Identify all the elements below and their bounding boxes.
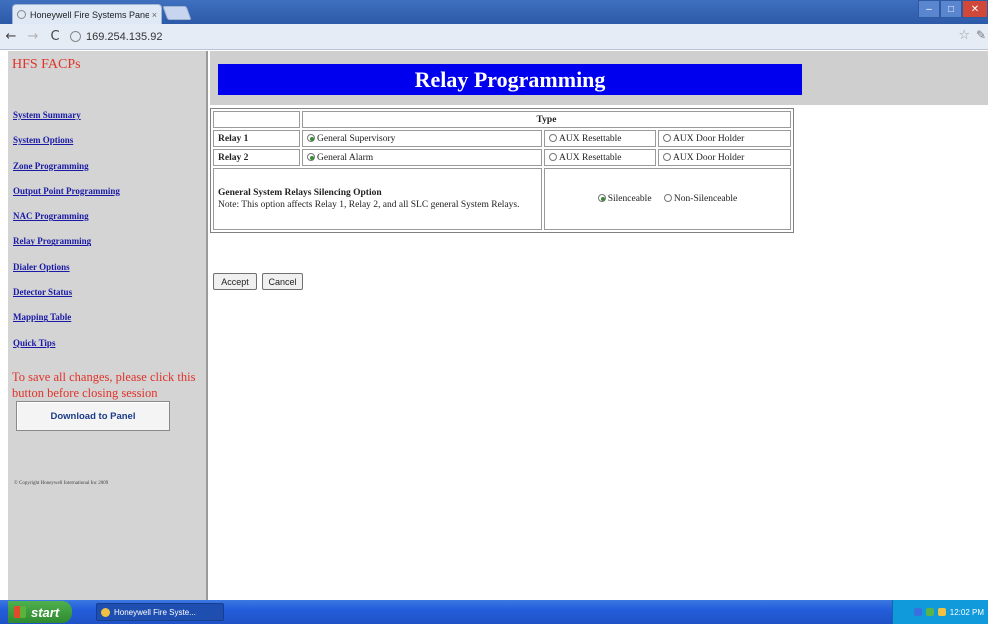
relay2-option-aux-door-holder[interactable]: AUX Door Holder [658, 149, 791, 166]
relay1-option-general-supervisory[interactable]: General Supervisory [302, 130, 542, 147]
sidebar-item-quick-tips[interactable]: Quick Tips [13, 338, 55, 348]
option-label: AUX Door Holder [673, 152, 745, 163]
table-row: Relay 1 General Supervisory AUX Resettab… [213, 130, 791, 147]
taskbar-item-browser[interactable]: Honeywell Fire Syste... [96, 603, 224, 621]
page-icon [70, 31, 81, 42]
sidebar-item-nac-programming[interactable]: NAC Programming [13, 211, 89, 221]
sidebar-item-mapping-table[interactable]: Mapping Table [13, 312, 71, 322]
option-label: AUX Resettable [559, 133, 622, 144]
sidebar-item-dialer-options[interactable]: Dialer Options [13, 262, 70, 272]
minimize-button[interactable]: – [918, 0, 940, 18]
clock: 12:02 PM [949, 607, 984, 617]
windows-logo-icon [14, 606, 26, 618]
relay-label: Relay 2 [213, 149, 300, 166]
relay2-option-general-alarm[interactable]: General Alarm [302, 149, 542, 166]
relay-label: Relay 1 [213, 130, 300, 147]
browser-tab[interactable]: Honeywell Fire Systems Panel × [12, 4, 162, 24]
shield-icon[interactable] [925, 608, 934, 616]
table-header-row: Type [213, 111, 791, 128]
start-label: start [31, 604, 60, 620]
silencing-options: Silenceable Non-Silenceable [544, 168, 791, 230]
new-tab-button[interactable] [162, 6, 192, 20]
taskbar: start Honeywell Fire Syste... 12:02 PM [0, 600, 988, 624]
browser-app-icon [101, 607, 110, 617]
relay1-option-aux-door-holder[interactable]: AUX Door Holder [658, 130, 791, 147]
address-bar[interactable]: 169.254.135.92 [70, 27, 970, 47]
sidebar-item-output-point-programming[interactable]: Output Point Programming [13, 186, 120, 196]
radio-icon[interactable] [549, 152, 557, 161]
option-label: AUX Resettable [559, 152, 622, 163]
silencing-note: Note: This option affects Relay 1, Relay… [218, 200, 520, 210]
start-button[interactable]: start [8, 601, 72, 623]
url-text: 169.254.135.92 [86, 30, 163, 43]
tab-close-icon[interactable]: × [152, 10, 157, 20]
window-controls: – □ ✕ [918, 0, 988, 20]
back-button[interactable]: ← [0, 27, 22, 47]
sidebar-item-zone-programming[interactable]: Zone Programming [13, 161, 89, 171]
page-favicon-icon [17, 10, 26, 19]
non-silenceable-option[interactable]: Non-Silenceable [663, 194, 738, 204]
sidebar-nav: System Summary System Options Zone Progr… [13, 105, 120, 358]
radio-icon[interactable] [663, 152, 671, 161]
close-window-button[interactable]: ✕ [962, 0, 988, 18]
blank-header-cell [213, 111, 300, 128]
cancel-button[interactable]: Cancel [262, 273, 303, 290]
silencing-title: General System Relays Silencing Option [218, 188, 382, 198]
type-header: Type [302, 111, 791, 128]
sidebar-item-system-summary[interactable]: System Summary [13, 110, 81, 120]
task-label: Honeywell Fire Syste... [114, 607, 196, 617]
browser-title-bar: Honeywell Fire Systems Panel × – □ ✕ [0, 0, 988, 24]
volume-icon[interactable] [937, 608, 946, 616]
silencing-description: General System Relays Silencing Option N… [213, 168, 542, 230]
radio-icon[interactable] [663, 194, 672, 202]
radio-selected-icon[interactable] [307, 152, 315, 161]
sidebar-item-relay-programming[interactable]: Relay Programming [13, 236, 91, 246]
relay1-option-aux-resettable[interactable]: AUX Resettable [544, 130, 656, 147]
page-title: Relay Programming [218, 64, 802, 95]
tab-title: Honeywell Fire Systems Panel [30, 9, 149, 20]
wrench-menu-icon[interactable]: ✎ [976, 28, 986, 42]
silenceable-option[interactable]: Silenceable [597, 194, 652, 204]
download-to-panel-button[interactable]: Download to Panel [16, 401, 170, 431]
save-changes-note: To save all changes, please click this b… [12, 370, 196, 400]
table-row: General System Relays Silencing Option N… [213, 168, 791, 230]
radio-icon[interactable] [549, 133, 557, 142]
bookmark-star-icon[interactable]: ☆ [958, 28, 970, 43]
maximize-button[interactable]: □ [940, 0, 962, 18]
option-label: General Supervisory [317, 133, 396, 144]
sidebar: HFS FACPs System Summary System Options … [8, 51, 208, 601]
table-row: Relay 2 General Alarm AUX Resettable AUX… [213, 149, 791, 166]
relay2-option-aux-resettable[interactable]: AUX Resettable [544, 149, 656, 166]
browser-toolbar: ← → C 169.254.135.92 ☆ ✎ [0, 24, 988, 50]
forward-button[interactable]: → [22, 27, 44, 47]
system-tray: 12:02 PM [892, 600, 988, 624]
radio-selected-icon[interactable] [307, 133, 315, 142]
relay-table: Type Relay 1 General Supervisory AUX Res… [210, 108, 794, 233]
radio-icon[interactable] [663, 133, 671, 142]
network-icon[interactable] [913, 608, 922, 616]
option-label: General Alarm [317, 152, 374, 163]
copyright-text: © Copyright Honeywell International Inc … [14, 481, 109, 486]
brand-title: HFS FACPs [12, 57, 81, 72]
sidebar-item-system-options[interactable]: System Options [13, 135, 73, 145]
accept-button[interactable]: Accept [213, 273, 257, 290]
option-label: AUX Door Holder [673, 133, 745, 144]
radio-selected-icon[interactable] [597, 194, 606, 202]
reload-button[interactable]: C [44, 27, 66, 47]
sidebar-item-detector-status[interactable]: Detector Status [13, 287, 72, 297]
option-label: Silenceable [607, 194, 652, 204]
option-label: Non-Silenceable [673, 194, 738, 204]
